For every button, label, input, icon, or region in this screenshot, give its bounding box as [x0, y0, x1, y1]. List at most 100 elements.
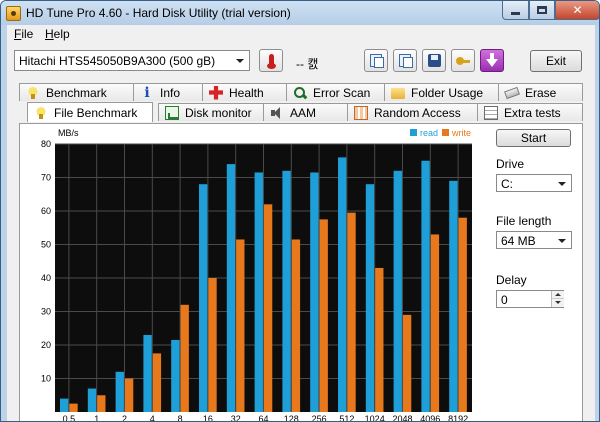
window-title: HD Tune Pro 4.60 - Hard Disk Utility (tr… [26, 6, 291, 20]
temperature-button[interactable] [259, 49, 283, 72]
tab-health[interactable]: Health [202, 83, 287, 101]
bar-write [208, 278, 217, 412]
legend-write-swatch [442, 129, 449, 136]
bar-read [60, 398, 69, 412]
spin-up-icon[interactable] [552, 291, 564, 299]
copy-text-button[interactable] [364, 49, 388, 72]
bar-write [291, 239, 301, 412]
thermometer-icon [266, 54, 276, 69]
x-tick-label: 128 [284, 414, 299, 422]
bar-write [430, 234, 440, 412]
download-button[interactable] [480, 49, 504, 72]
menu-file[interactable]: File [14, 27, 33, 41]
copy-text-icon [370, 54, 384, 68]
drive-select[interactable]: Hitachi HTS545050B9A300 (500 gB) [14, 50, 250, 71]
close-icon: ✕ [572, 3, 583, 17]
chevron-down-icon [554, 176, 569, 191]
copy-screenshot-button[interactable] [393, 49, 417, 72]
benchmark-chart: 10 20 30 40 50 60 70 80 0.5 1 2 4 8 16 32 64 128 256 512 10… [41, 128, 472, 422]
options-button[interactable] [451, 49, 475, 72]
y-tick-label: 70 [41, 173, 51, 183]
x-tick-label: 8 [178, 414, 183, 422]
tab-label: AAM [290, 105, 317, 120]
delay-label: Delay [496, 273, 527, 287]
save-button[interactable] [422, 49, 446, 72]
tab-aam[interactable]: AAM [263, 103, 348, 121]
minimize-button[interactable] [502, 1, 529, 20]
tab-label: Benchmark [46, 85, 107, 100]
key-icon [456, 56, 470, 66]
drive-select-value: Hitachi HTS545050B9A300 (500 gB) [19, 54, 216, 68]
bar-read [115, 371, 124, 412]
hd-tune-app-icon [6, 6, 21, 21]
bar-read [254, 172, 263, 412]
tab-disk-monitor[interactable]: Disk monitor [158, 103, 264, 121]
tab-erase[interactable]: Erase [498, 83, 583, 101]
bar-write [152, 353, 162, 412]
x-tick-label: 8192 [448, 414, 468, 422]
drive-combo[interactable]: C: [496, 174, 572, 192]
bar-write [458, 217, 467, 412]
bar-read [226, 164, 236, 412]
bar-write [124, 378, 134, 412]
tab-label: Random Access [374, 105, 461, 120]
tab-label: Erase [525, 85, 557, 100]
bar-read [282, 170, 291, 412]
exit-button[interactable]: Exit [530, 50, 582, 72]
maximize-button[interactable] [529, 1, 555, 20]
drive-combo-value: C: [501, 177, 513, 191]
x-tick-label: 1 [94, 414, 99, 422]
bar-write [263, 204, 273, 412]
close-button[interactable]: ✕ [555, 1, 599, 20]
folder-icon [391, 88, 405, 99]
bar-read [143, 334, 152, 412]
erase-icon [504, 86, 520, 99]
tab-info[interactable]: i Info [133, 83, 203, 101]
health-icon [209, 85, 223, 100]
tab-file-benchmark[interactable]: File Benchmark [27, 102, 153, 122]
spin-down-icon[interactable] [552, 299, 564, 307]
file-length-combo[interactable]: 64 MB [496, 231, 572, 249]
file-length-label: File length [496, 214, 552, 228]
tab-label: Error Scan [313, 85, 371, 100]
random-access-icon [354, 105, 368, 120]
bar-read [365, 184, 375, 412]
title-bar[interactable]: HD Tune Pro 4.60 - Hard Disk Utility (tr… [1, 1, 599, 25]
bar-write [180, 304, 189, 412]
legend-write-label: write [451, 128, 471, 138]
menu-help[interactable]: Help [45, 27, 70, 41]
toolbar: Hitachi HTS545050B9A300 (500 gB) -- 캜 Ex… [7, 45, 595, 75]
x-tick-label: 512 [339, 414, 354, 422]
speaker-icon [270, 106, 284, 120]
legend-read-label: read [420, 128, 438, 138]
bar-read [310, 172, 319, 412]
tab-label: Info [160, 85, 181, 100]
bar-write [375, 267, 384, 412]
app-window: HD Tune Pro 4.60 - Hard Disk Utility (tr… [0, 0, 600, 422]
start-button[interactable]: Start [496, 129, 571, 147]
tab-extra-tests[interactable]: Extra tests [477, 103, 583, 121]
extra-tests-icon [484, 105, 498, 120]
y-tick-label: 60 [41, 206, 51, 216]
tab-random-access[interactable]: Random Access [347, 103, 478, 121]
bar-read [421, 160, 430, 412]
minimize-icon [511, 11, 520, 15]
tab-benchmark[interactable]: Benchmark [19, 83, 134, 101]
bar-read [393, 170, 402, 412]
maximize-icon [537, 6, 547, 14]
bar-read [199, 184, 208, 412]
y-tick-label: 20 [41, 340, 51, 350]
y-tick-label: 10 [41, 374, 51, 384]
chevron-down-icon [554, 233, 569, 248]
y-tick-label: 30 [41, 307, 51, 317]
info-icon: i [144, 84, 150, 101]
tab-folder-usage[interactable]: Folder Usage [384, 83, 499, 101]
x-tick-label: 64 [258, 414, 268, 422]
temperature-readout: -- 캜 [296, 57, 319, 71]
tab-error-scan[interactable]: Error Scan [286, 83, 385, 101]
bar-write [319, 219, 328, 412]
x-tick-label: 32 [231, 414, 241, 422]
y-axis-label: MB/s [58, 128, 79, 138]
delay-spinner[interactable]: 0 [496, 290, 564, 308]
y-tick-label: 50 [41, 240, 51, 250]
